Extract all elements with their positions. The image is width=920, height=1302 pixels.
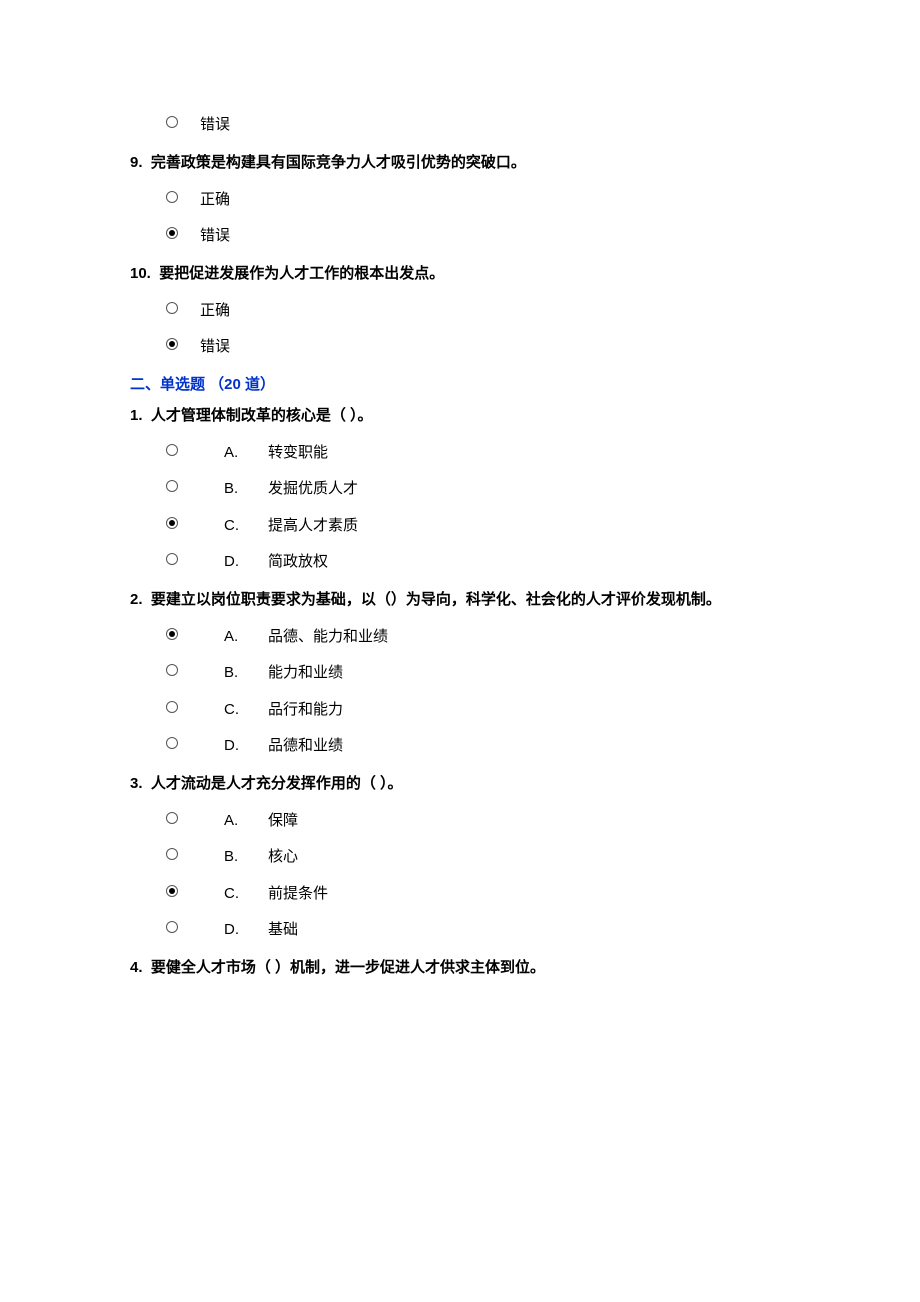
mc1-option-c[interactable]: C.提高人才素质 bbox=[166, 515, 790, 538]
option-label: 正确 bbox=[200, 300, 230, 323]
mc2-option-a[interactable]: A.品德、能力和业绩 bbox=[166, 626, 790, 649]
option-letter: D. bbox=[224, 735, 268, 758]
option-letter: D. bbox=[224, 551, 268, 574]
section-2-header: 二、单选题 （20 道） bbox=[130, 373, 790, 394]
mc-question-3: 3. 人才流动是人才充分发挥作用的（ ）。 bbox=[130, 772, 790, 796]
option-text: 品德和业绩 bbox=[268, 737, 343, 754]
radio-unchecked-icon bbox=[166, 191, 178, 203]
option-letter: C. bbox=[224, 883, 268, 906]
radio-unchecked-icon bbox=[166, 664, 178, 676]
option-letter: C. bbox=[224, 515, 268, 538]
question-text: 要建立以岗位职责要求为基础，以（）为导向，科学化、社会化的人才评价发现机制。 bbox=[151, 591, 721, 608]
mc3-option-b[interactable]: B.核心 bbox=[166, 846, 790, 869]
mc1-option-d[interactable]: D.简政放权 bbox=[166, 551, 790, 574]
radio-unchecked-icon bbox=[166, 302, 178, 314]
option-label: 正确 bbox=[200, 189, 230, 212]
radio-checked-icon bbox=[166, 517, 178, 529]
radio-unchecked-icon bbox=[166, 812, 178, 824]
option-label: 错误 bbox=[200, 114, 230, 137]
mc-question-2: 2. 要建立以岗位职责要求为基础，以（）为导向，科学化、社会化的人才评价发现机制… bbox=[130, 588, 790, 612]
question-number: 10. bbox=[130, 265, 151, 282]
option-text: 品德、能力和业绩 bbox=[268, 628, 388, 645]
question-number: 3. bbox=[130, 775, 143, 792]
option-text: 前提条件 bbox=[268, 885, 328, 902]
option-letter: B. bbox=[224, 662, 268, 685]
question-number: 1. bbox=[130, 407, 143, 424]
option-text: 品行和能力 bbox=[268, 701, 343, 718]
radio-checked-icon bbox=[166, 885, 178, 897]
option-letter: B. bbox=[224, 846, 268, 869]
radio-unchecked-icon bbox=[166, 701, 178, 713]
radio-unchecked-icon bbox=[166, 921, 178, 933]
mc2-option-d[interactable]: D.品德和业绩 bbox=[166, 735, 790, 758]
quiz-page: 错误 9. 完善政策是构建具有国际竞争力人才吸引优势的突破口。 正确 错误 10… bbox=[0, 0, 920, 1302]
radio-checked-icon bbox=[166, 227, 178, 239]
radio-checked-icon bbox=[166, 628, 178, 640]
mc3-option-d[interactable]: D.基础 bbox=[166, 919, 790, 942]
option-label: 错误 bbox=[200, 225, 230, 248]
option-letter: C. bbox=[224, 699, 268, 722]
option-text: 基础 bbox=[268, 921, 298, 938]
q10-option-true[interactable]: 正确 bbox=[166, 300, 790, 323]
question-text: 人才管理体制改革的核心是（ ）。 bbox=[151, 407, 373, 424]
radio-unchecked-icon bbox=[166, 116, 178, 128]
option-text: 保障 bbox=[268, 812, 298, 829]
option-letter: A. bbox=[224, 442, 268, 465]
option-text: 能力和业绩 bbox=[268, 664, 343, 681]
option-text: 提高人才素质 bbox=[268, 517, 358, 534]
option-letter: B. bbox=[224, 478, 268, 501]
question-text: 人才流动是人才充分发挥作用的（ ）。 bbox=[151, 775, 403, 792]
question-number: 4. bbox=[130, 959, 143, 976]
option-label: 错误 bbox=[200, 336, 230, 359]
q10-option-false[interactable]: 错误 bbox=[166, 336, 790, 359]
option-text: 简政放权 bbox=[268, 553, 328, 570]
mc-question-4: 4. 要健全人才市场（ ）机制，进一步促进人才供求主体到位。 bbox=[130, 956, 790, 980]
radio-unchecked-icon bbox=[166, 737, 178, 749]
option-text: 核心 bbox=[268, 848, 298, 865]
mc2-option-b[interactable]: B.能力和业绩 bbox=[166, 662, 790, 685]
mc-question-1: 1. 人才管理体制改革的核心是（ ）。 bbox=[130, 404, 790, 428]
option-text: 发掘优质人才 bbox=[268, 480, 358, 497]
question-text: 要把促进发展作为人才工作的根本出发点。 bbox=[159, 265, 444, 282]
option-text: 转变职能 bbox=[268, 444, 328, 461]
q9-option-false[interactable]: 错误 bbox=[166, 225, 790, 248]
q8-option-false[interactable]: 错误 bbox=[166, 114, 790, 137]
radio-unchecked-icon bbox=[166, 480, 178, 492]
radio-unchecked-icon bbox=[166, 444, 178, 456]
option-letter: A. bbox=[224, 810, 268, 833]
question-9: 9. 完善政策是构建具有国际竞争力人才吸引优势的突破口。 bbox=[130, 151, 790, 175]
question-text: 完善政策是构建具有国际竞争力人才吸引优势的突破口。 bbox=[151, 154, 526, 171]
mc3-option-c[interactable]: C.前提条件 bbox=[166, 883, 790, 906]
option-letter: A. bbox=[224, 626, 268, 649]
radio-unchecked-icon bbox=[166, 848, 178, 860]
question-number: 9. bbox=[130, 154, 143, 171]
option-letter: D. bbox=[224, 919, 268, 942]
mc1-option-a[interactable]: A.转变职能 bbox=[166, 442, 790, 465]
radio-unchecked-icon bbox=[166, 553, 178, 565]
question-10: 10. 要把促进发展作为人才工作的根本出发点。 bbox=[130, 262, 790, 286]
radio-checked-icon bbox=[166, 338, 178, 350]
q9-option-true[interactable]: 正确 bbox=[166, 189, 790, 212]
mc2-option-c[interactable]: C.品行和能力 bbox=[166, 699, 790, 722]
mc1-option-b[interactable]: B.发掘优质人才 bbox=[166, 478, 790, 501]
question-number: 2. bbox=[130, 591, 143, 608]
mc3-option-a[interactable]: A.保障 bbox=[166, 810, 790, 833]
question-text: 要健全人才市场（ ）机制，进一步促进人才供求主体到位。 bbox=[151, 959, 545, 976]
